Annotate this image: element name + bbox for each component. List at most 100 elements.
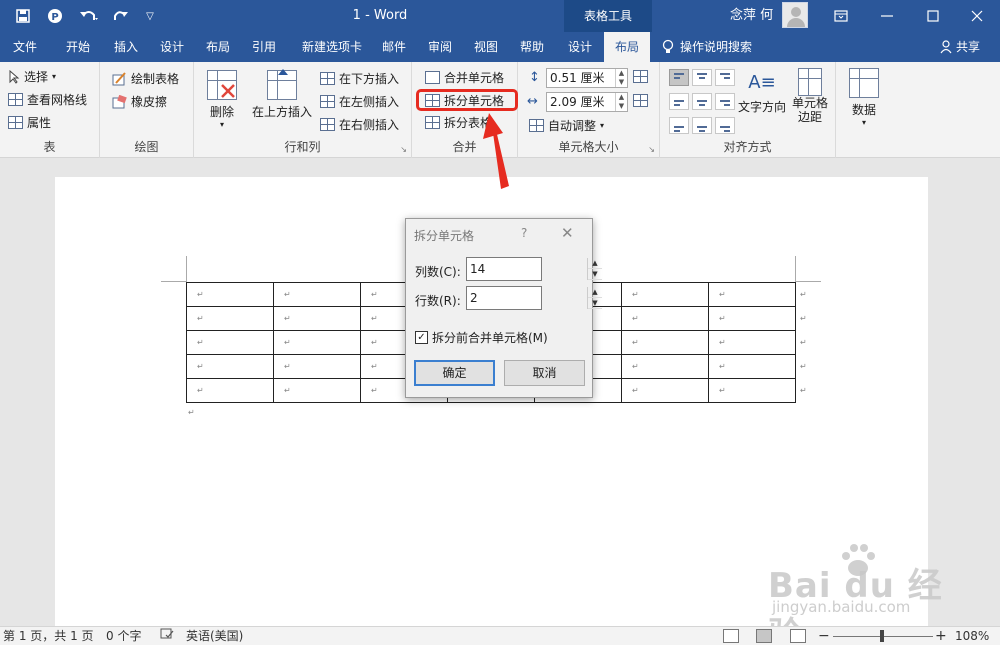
data-button[interactable]: 数据 ▾ xyxy=(844,68,884,127)
ribbon-display-icon[interactable] xyxy=(818,0,864,32)
page-count[interactable]: 第 1 页，共 1 页 xyxy=(3,627,94,645)
word-count[interactable]: 0 个字 xyxy=(106,627,141,645)
merge-cells-button[interactable]: 合并单元格 xyxy=(425,69,504,86)
help-icon[interactable]: ? xyxy=(521,226,527,240)
web-layout-icon[interactable] xyxy=(790,629,806,643)
table-cell[interactable]: ↵ xyxy=(708,354,796,379)
align-bottom-left-icon[interactable] xyxy=(669,117,689,134)
close-icon[interactable] xyxy=(954,0,1000,32)
align-top-center-icon[interactable] xyxy=(692,69,712,86)
delete-button[interactable]: 删除 ▾ xyxy=(204,70,240,129)
align-middle-right-icon[interactable] xyxy=(715,93,735,110)
table-cell[interactable]: ↵ xyxy=(186,306,274,331)
view-gridlines-button[interactable]: 查看网格线 xyxy=(8,91,87,108)
table-cell[interactable]: ↵ xyxy=(186,378,274,403)
tab-layout[interactable]: 布局 xyxy=(196,32,240,62)
merge-before-split-checkbox[interactable]: ✓ 拆分前合并单元格(M) xyxy=(415,329,548,346)
table-cell[interactable]: ↵ xyxy=(621,354,709,379)
row-height-spinner[interactable]: ▲ ▼ xyxy=(615,69,627,87)
align-middle-center-icon[interactable] xyxy=(692,93,712,110)
align-middle-left-icon[interactable] xyxy=(669,93,689,110)
save-icon[interactable] xyxy=(8,0,38,32)
tab-design[interactable]: 设计 xyxy=(150,32,194,62)
checkbox-checked[interactable]: ✓ xyxy=(415,331,428,344)
insert-below-button[interactable]: 在下方插入 xyxy=(320,70,399,87)
cell-margins-button[interactable]: 单元格 边距 xyxy=(788,68,832,124)
table-cell[interactable]: ↵ xyxy=(621,330,709,355)
table-cell[interactable]: ↵ xyxy=(273,378,361,403)
sync-icon[interactable]: P xyxy=(42,0,68,32)
zoom-level[interactable]: 108% xyxy=(955,627,989,645)
tab-new-tab[interactable]: 新建选项卡 xyxy=(290,32,374,62)
table-cell[interactable]: ↵ xyxy=(186,354,274,379)
rows-spinner[interactable]: ▲ ▼ xyxy=(587,287,602,309)
share-button[interactable]: 共享 xyxy=(940,32,980,62)
align-top-right-icon[interactable] xyxy=(715,69,735,86)
table-cell[interactable]: ↵ xyxy=(708,282,796,307)
tell-me-search[interactable]: 操作说明搜索 xyxy=(662,32,752,62)
insert-above-button[interactable]: 在上方插入 xyxy=(250,69,314,120)
tab-help[interactable]: 帮助 xyxy=(510,32,554,62)
table-cell[interactable]: ↵ xyxy=(621,282,709,307)
ok-button[interactable]: 确定 xyxy=(414,360,495,386)
tab-table-layout[interactable]: 布局 xyxy=(604,32,650,62)
zoom-in-button[interactable]: + xyxy=(935,627,947,645)
redo-icon[interactable] xyxy=(108,0,134,32)
select-button[interactable]: 选择 ▾ xyxy=(8,68,56,85)
properties-button[interactable]: 属性 xyxy=(8,114,51,131)
align-top-left-icon[interactable] xyxy=(669,69,689,86)
user-name[interactable]: 念萍 何 xyxy=(730,0,773,32)
insert-right-button[interactable]: 在右侧插入 xyxy=(320,116,399,133)
draw-table-button[interactable]: 绘制表格 xyxy=(112,70,179,87)
undo-icon[interactable] xyxy=(74,0,104,32)
columns-input[interactable]: 14 ▲ ▼ xyxy=(466,257,602,281)
table-cell[interactable]: ↵ xyxy=(186,330,274,355)
zoom-slider-thumb[interactable] xyxy=(880,630,884,642)
minimize-icon[interactable] xyxy=(864,0,910,32)
column-width-spinner[interactable]: ▲ ▼ xyxy=(615,93,627,111)
maximize-icon[interactable] xyxy=(910,0,956,32)
autofit-button[interactable]: 自动调整 ▾ xyxy=(529,117,604,134)
table-cell[interactable]: ↵ xyxy=(621,378,709,403)
align-bottom-right-icon[interactable] xyxy=(715,117,735,134)
tab-table-design[interactable]: 设计 xyxy=(558,32,602,62)
proofing-icon[interactable] xyxy=(160,627,174,645)
insert-left-button[interactable]: 在左侧插入 xyxy=(320,93,399,110)
tab-references[interactable]: 引用 xyxy=(242,32,286,62)
language-indicator[interactable]: 英语(美国) xyxy=(186,627,243,645)
row-height-input[interactable]: 0.51 厘米 ▲ ▼ xyxy=(546,68,628,88)
avatar[interactable] xyxy=(782,2,808,28)
table-cell[interactable]: ↵ xyxy=(186,282,274,307)
tab-home[interactable]: 开始 xyxy=(54,32,102,62)
distribute-rows-icon[interactable] xyxy=(633,70,648,86)
table-cell[interactable]: ↵ xyxy=(708,378,796,403)
dialog-launcher-icon[interactable]: ↘ xyxy=(400,145,407,154)
cell-size-launcher-icon[interactable]: ↘ xyxy=(648,145,655,154)
column-width-input[interactable]: 2.09 厘米 ▲ ▼ xyxy=(546,92,628,112)
read-mode-icon[interactable] xyxy=(723,629,739,643)
table-cell[interactable]: ↵ xyxy=(273,306,361,331)
close-icon[interactable]: ✕ xyxy=(561,224,574,242)
table-cell[interactable]: ↵ xyxy=(273,354,361,379)
print-layout-icon[interactable] xyxy=(756,629,772,643)
tab-review[interactable]: 审阅 xyxy=(418,32,462,62)
distribute-columns-icon[interactable] xyxy=(633,94,648,110)
zoom-out-button[interactable]: − xyxy=(818,627,830,645)
split-table-button[interactable]: 拆分表格 xyxy=(425,114,492,131)
table-cell[interactable]: ↵ xyxy=(273,330,361,355)
tab-file[interactable]: 文件 xyxy=(0,32,50,62)
table-cell[interactable]: ↵ xyxy=(621,306,709,331)
eraser-button[interactable]: 橡皮擦 xyxy=(112,93,167,110)
table-cell[interactable]: ↵ xyxy=(708,330,796,355)
tab-insert[interactable]: 插入 xyxy=(104,32,148,62)
text-direction-button[interactable]: A≡ 文字方向 xyxy=(736,68,788,115)
tab-mailings[interactable]: 邮件 xyxy=(374,32,414,62)
columns-spinner[interactable]: ▲ ▼ xyxy=(587,258,602,280)
tab-view[interactable]: 视图 xyxy=(464,32,508,62)
table-cell[interactable]: ↵ xyxy=(708,306,796,331)
table-cell[interactable]: ↵ xyxy=(273,282,361,307)
cancel-button[interactable]: 取消 xyxy=(504,360,585,386)
customize-qat-icon[interactable]: ▽ xyxy=(140,0,160,32)
rows-input[interactable]: 2 ▲ ▼ xyxy=(466,286,602,310)
align-bottom-center-icon[interactable] xyxy=(692,117,712,134)
